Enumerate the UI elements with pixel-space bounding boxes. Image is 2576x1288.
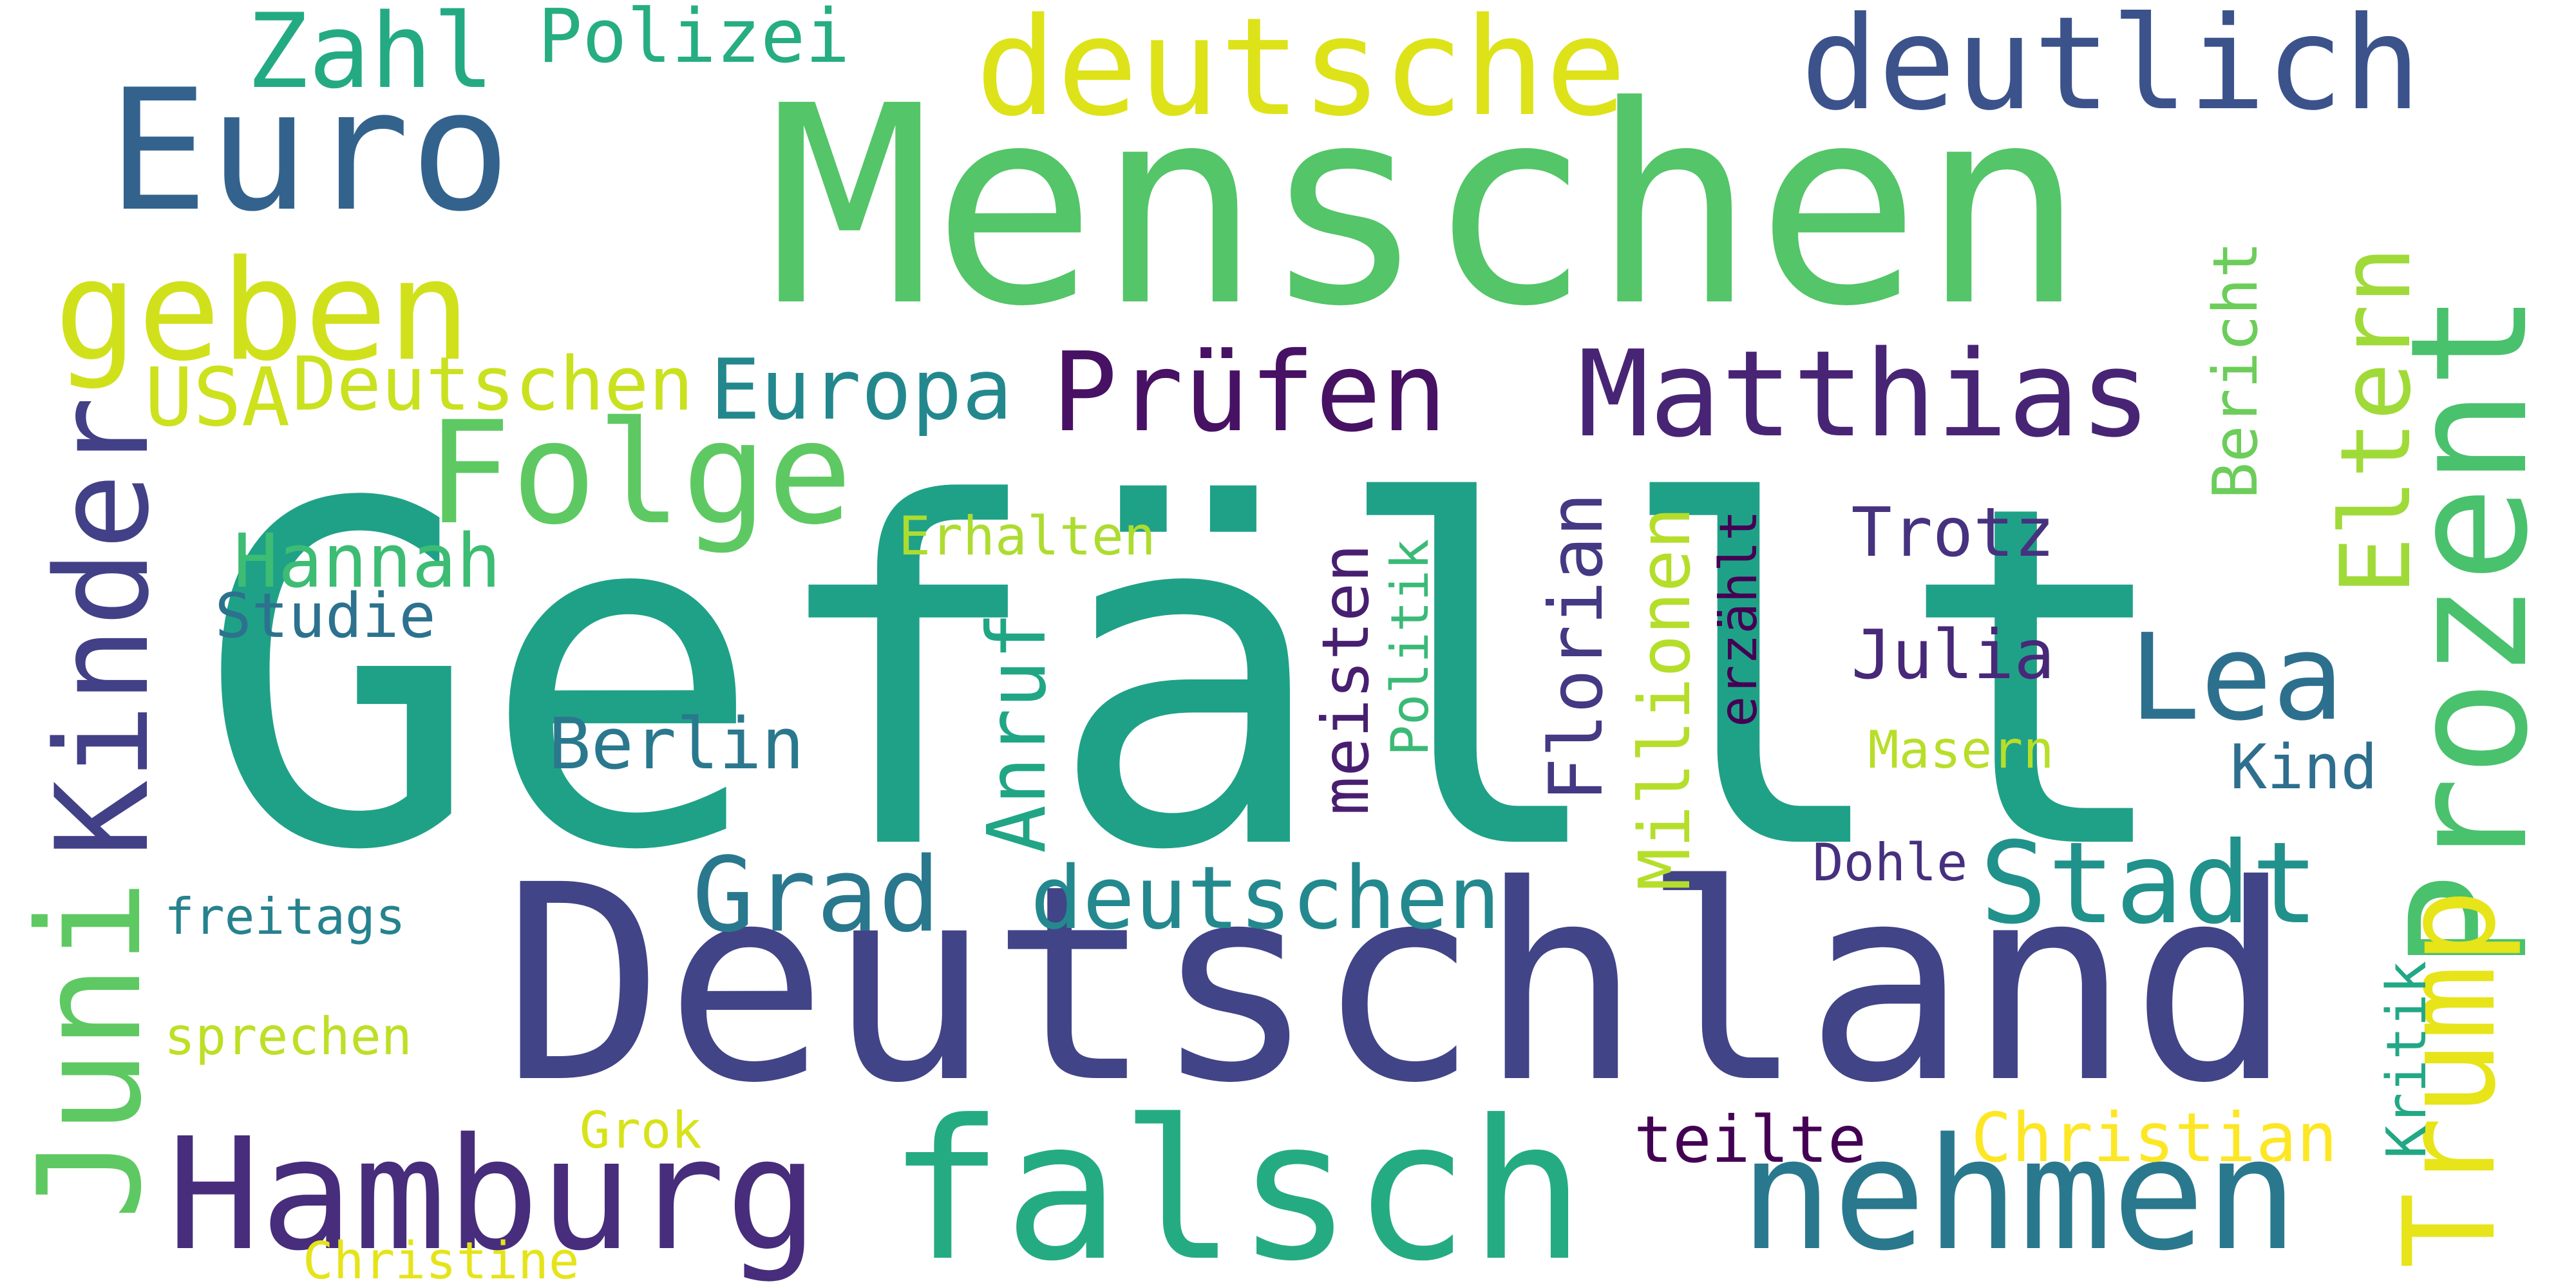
word: Kinder <box>28 395 177 857</box>
word: Studie <box>214 581 436 652</box>
word: Dohle <box>1812 833 1968 893</box>
word: Trotz <box>1851 493 2055 572</box>
word: Matthias <box>1577 325 2152 464</box>
word: Bericht <box>2201 241 2271 499</box>
word: freitags <box>164 888 406 946</box>
word: Millionen <box>1624 506 1706 891</box>
word: Prüfen <box>1052 329 1448 457</box>
word: Stadt <box>1980 819 2319 949</box>
word: Politik <box>1380 538 1440 756</box>
word: USA <box>144 351 290 444</box>
word: Berlin <box>548 703 804 785</box>
word: Eltern <box>2320 245 2432 595</box>
word: Juni <box>8 879 173 1220</box>
word: Anruf <box>970 611 1064 853</box>
word: deutschen <box>1030 847 1501 949</box>
word: sprechen <box>164 1007 412 1066</box>
word: meisten <box>1308 544 1383 815</box>
word: falsch <box>887 1079 1586 1288</box>
word: Deutschen <box>292 341 694 428</box>
word: deutlich <box>1801 0 2421 139</box>
word-cloud: Gefällt Menschen Deutschland falsch nehm… <box>0 0 2576 1288</box>
word: Europa <box>710 341 1013 439</box>
word: Christine <box>303 1231 580 1288</box>
word: deutsche <box>975 0 1627 146</box>
word: Grad <box>692 835 941 955</box>
word: Erhalten <box>898 505 1156 567</box>
word: Lea <box>2128 608 2344 747</box>
word: Zahl <box>246 0 495 111</box>
word: Christian <box>1971 1099 2338 1177</box>
word: Grok <box>580 1100 702 1160</box>
word: Polizei <box>538 0 850 80</box>
word: erzählt <box>1709 509 1768 727</box>
word: Kind <box>2230 732 2378 803</box>
word: Florian <box>1533 492 1619 802</box>
word: Julia <box>1851 616 2055 694</box>
word: teilte <box>1634 1102 1867 1177</box>
word: Masern <box>1868 720 2054 780</box>
word: Kritik <box>2375 960 2439 1159</box>
